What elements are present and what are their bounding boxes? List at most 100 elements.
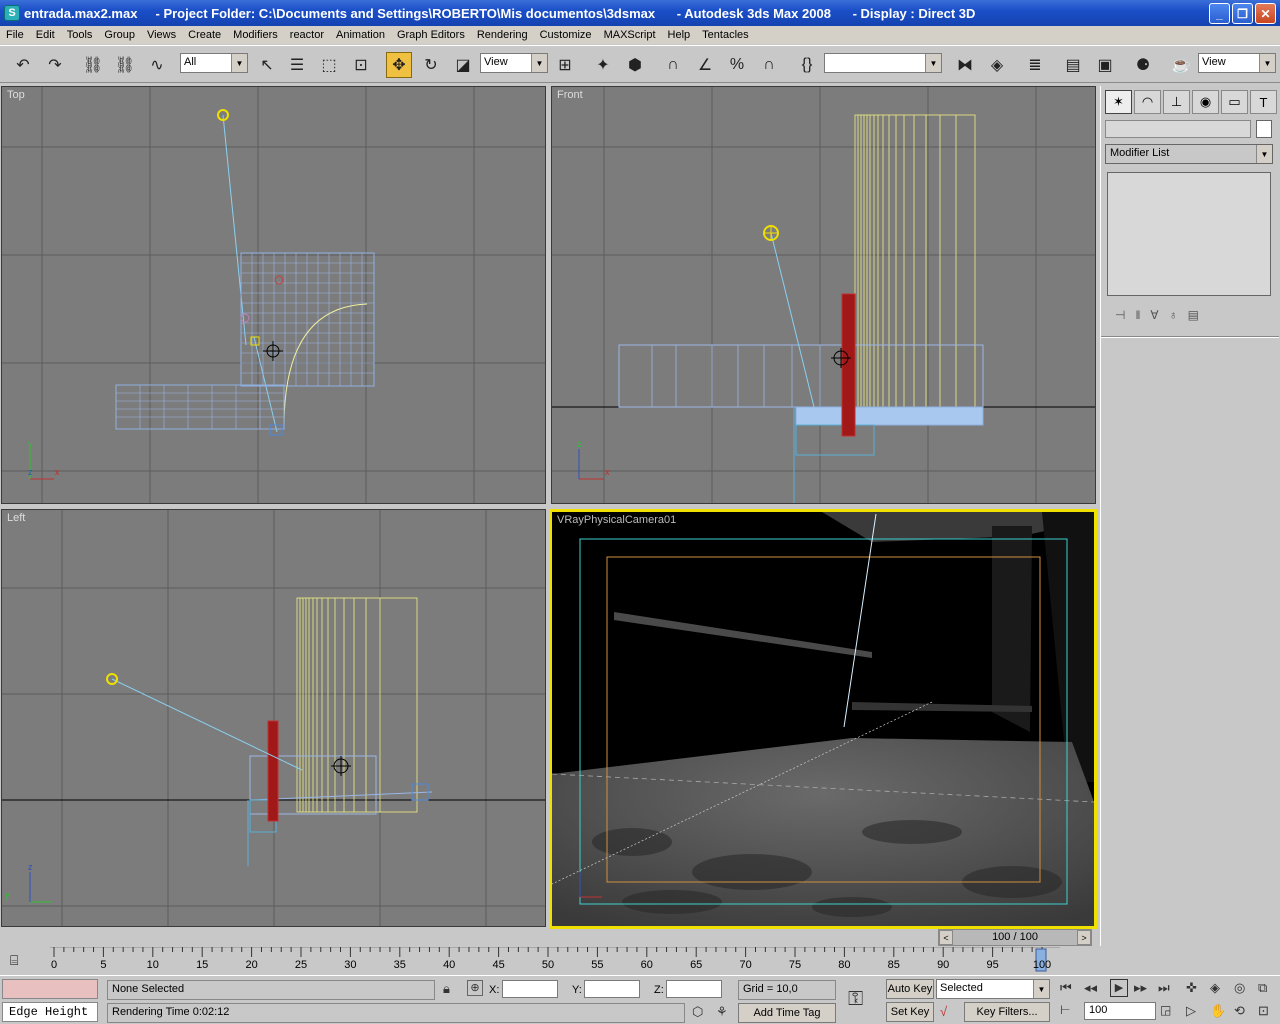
key-filters-button[interactable]: Key Filters... <box>964 1002 1050 1022</box>
create-tab-icon[interactable]: ✶ <box>1105 90 1132 114</box>
angle-snap-icon[interactable]: ∠ <box>692 52 718 78</box>
viewport-top[interactable]: x y z Top <box>1 86 546 504</box>
modifier-stack[interactable] <box>1107 172 1271 296</box>
y-coordinate-field[interactable] <box>584 980 640 998</box>
zoom-icon[interactable]: ✜ <box>1186 980 1197 996</box>
select-and-manipulate-icon[interactable]: ✦ <box>590 52 616 78</box>
utilities-tab-icon[interactable]: T <box>1250 90 1277 114</box>
previous-frame-icon[interactable]: ◂◂ <box>1084 980 1097 996</box>
viewport-front[interactable]: x z Front <box>551 86 1096 504</box>
snaps-toggle-icon[interactable]: ∩ <box>660 52 686 78</box>
transform-gizmo-icon[interactable]: ⚘ <box>716 1004 728 1020</box>
spinner-snap-icon[interactable]: ∩ <box>756 52 782 78</box>
schematic-view-icon[interactable]: ▣ <box>1092 52 1118 78</box>
field-of-view-icon[interactable]: ▷ <box>1186 1003 1196 1019</box>
app-icon[interactable]: S <box>4 5 20 21</box>
menu-help[interactable]: Help <box>662 29 697 41</box>
auto-key-button[interactable]: Auto Key <box>886 979 934 999</box>
selection-filter-dropdown[interactable]: All ▼ <box>180 53 248 73</box>
next-frame-icon[interactable]: ▸▸ <box>1134 980 1147 996</box>
render-scene-icon[interactable]: ☕ <box>1168 52 1194 78</box>
maximize-viewport-icon[interactable]: ⊡ <box>1258 1003 1269 1019</box>
zoom-extents-icon[interactable]: ◎ <box>1234 980 1245 996</box>
undo-icon[interactable]: ↶ <box>10 52 36 78</box>
motion-tab-icon[interactable]: ◉ <box>1192 90 1219 114</box>
menu-reactor[interactable]: reactor <box>284 29 330 41</box>
menu-tools[interactable]: Tools <box>61 29 99 41</box>
zoom-all-icon[interactable]: ◈ <box>1210 980 1220 996</box>
menu-create[interactable]: Create <box>182 29 227 41</box>
set-key-button[interactable]: Set Key <box>886 1002 934 1022</box>
viewport-left[interactable]: y z Left <box>1 509 546 927</box>
x-coordinate-field[interactable] <box>502 980 558 998</box>
chevron-right-icon[interactable]: > <box>1077 930 1091 945</box>
configure-modifier-sets-icon[interactable]: ▤ <box>1188 308 1199 322</box>
viewport-label[interactable]: Front <box>557 89 583 101</box>
modify-tab-icon[interactable]: ◠ <box>1134 90 1161 114</box>
zoom-extents-all-icon[interactable]: ⧉ <box>1258 980 1267 996</box>
align-icon[interactable]: ◈ <box>984 52 1010 78</box>
key-mode-dropdown[interactable]: Selected ▼ <box>936 979 1050 999</box>
maximize-button[interactable]: ❐ <box>1232 3 1253 24</box>
edit-named-selections-icon[interactable]: {} <box>794 52 820 78</box>
menu-edit[interactable]: Edit <box>30 29 61 41</box>
menu-modifiers[interactable]: Modifiers <box>227 29 284 41</box>
menu-group[interactable]: Group <box>98 29 141 41</box>
key-icon[interactable]: ⚿ <box>848 988 863 1011</box>
unlink-icon[interactable]: ⛓ <box>112 52 138 78</box>
keyboard-shortcut-icon[interactable]: ⬢ <box>622 52 648 78</box>
bind-space-warp-icon[interactable]: ∿ <box>144 52 170 78</box>
time-slider-label[interactable]: 100 / 100 <box>953 930 1077 945</box>
track-bar[interactable]: ⌸ 0 5 10 15 20 25 30 35 40 45 50 55 60 65 70 75 80 85 90 95… <box>0 947 1100 975</box>
key-mode-toggle-icon[interactable]: ⊢ <box>1060 1003 1070 1017</box>
object-color-swatch[interactable] <box>1256 120 1272 138</box>
layer-manager-icon[interactable]: ≣ <box>1022 52 1048 78</box>
display-tab-icon[interactable]: ▭ <box>1221 90 1248 114</box>
menu-graph-editors[interactable]: Graph Editors <box>391 29 471 41</box>
menu-rendering[interactable]: Rendering <box>471 29 534 41</box>
current-frame-field[interactable]: 100 <box>1084 1002 1156 1020</box>
viewport-label[interactable]: Left <box>7 512 25 524</box>
close-button[interactable]: ✕ <box>1255 3 1276 24</box>
percent-snap-icon[interactable]: % <box>724 52 750 78</box>
orbit-icon[interactable]: ⟲ <box>1234 1003 1245 1019</box>
maxscript-listener-field[interactable] <box>2 979 98 999</box>
go-to-start-icon[interactable]: ⏮ <box>1060 980 1072 996</box>
material-editor-icon[interactable]: ⚈ <box>1130 52 1156 78</box>
chevron-left-icon[interactable]: < <box>939 930 953 945</box>
menu-animation[interactable]: Animation <box>330 29 391 41</box>
remove-modifier-icon[interactable]: ♁ <box>1169 308 1178 322</box>
select-by-name-icon[interactable]: ☰ <box>284 52 310 78</box>
object-name-field[interactable] <box>1105 120 1251 138</box>
viewport-label[interactable]: Top <box>7 89 25 101</box>
pan-hand-icon[interactable]: ✋ <box>1210 1003 1226 1019</box>
rectangular-selection-icon[interactable]: ⬚ <box>316 52 342 78</box>
modifier-list-dropdown[interactable]: Modifier List ▼ <box>1105 144 1273 164</box>
select-object-icon[interactable]: ↖ <box>254 52 280 78</box>
z-coordinate-field[interactable] <box>666 980 722 998</box>
play-icon[interactable]: ▶ <box>1110 979 1128 997</box>
select-and-rotate-icon[interactable]: ↻ <box>418 52 444 78</box>
menu-file[interactable]: File <box>0 29 30 41</box>
mirror-icon[interactable]: ⧓ <box>952 52 978 78</box>
select-and-move-icon[interactable]: ✥ <box>386 52 412 78</box>
select-and-link-icon[interactable]: ⛓ <box>80 52 106 78</box>
pin-stack-icon[interactable]: ⊣ <box>1115 308 1125 322</box>
curve-editor-icon[interactable]: ▤ <box>1060 52 1086 78</box>
menu-customize[interactable]: Customize <box>534 29 598 41</box>
hierarchy-tab-icon[interactable]: ⊥ <box>1163 90 1190 114</box>
viewport-label[interactable]: VRayPhysicalCamera01 <box>557 514 676 526</box>
reference-coord-dropdown[interactable]: View ▼ <box>480 53 548 73</box>
select-and-scale-icon[interactable]: ◪ <box>450 52 476 78</box>
redo-icon[interactable]: ↷ <box>42 52 68 78</box>
menu-tentacles[interactable]: Tentacles <box>696 29 754 41</box>
go-to-end-icon[interactable]: ⏭ <box>1158 980 1170 996</box>
maxscript-input[interactable]: Edge Height <box>2 1002 98 1022</box>
pivot-center-icon[interactable]: ⊞ <box>552 52 578 78</box>
menu-views[interactable]: Views <box>141 29 182 41</box>
absolute-mode-icon[interactable]: ⊕ <box>467 980 483 996</box>
time-configuration-icon[interactable]: ◲ <box>1160 1003 1171 1017</box>
window-crossing-icon[interactable]: ⊡ <box>348 52 374 78</box>
show-end-result-icon[interactable]: ‖ <box>1135 308 1140 322</box>
minimize-button[interactable]: _ <box>1209 3 1230 24</box>
